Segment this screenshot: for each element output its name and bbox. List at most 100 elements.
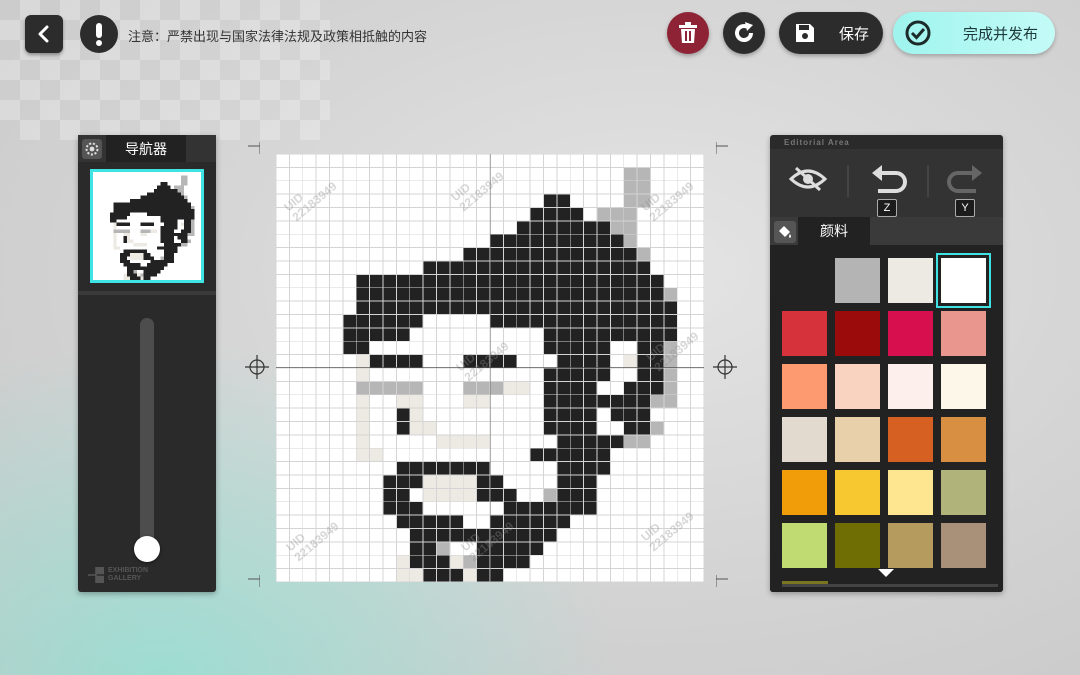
crosshair-icon[interactable] [713,355,737,379]
pixel [167,209,171,213]
pixel [163,263,168,267]
alert-button[interactable] [80,15,118,53]
pixel [423,287,437,302]
color-swatch[interactable] [782,470,827,515]
pixel [623,354,638,368]
color-swatch[interactable] [888,523,933,568]
pixel [490,541,504,556]
pixel [140,253,144,257]
chevron-down-icon[interactable] [878,569,894,577]
pixel [160,266,164,270]
editorial-area-title: Editorial Area [784,138,850,147]
pixel [610,327,624,342]
color-swatch[interactable] [835,523,880,568]
pixel [187,209,191,213]
color-swatch[interactable] [888,364,933,409]
color-swatch[interactable] [888,258,933,303]
pixel [476,541,490,556]
color-swatch[interactable] [941,311,986,356]
color-swatch[interactable] [782,417,827,462]
pixel [123,256,127,260]
pixel [436,555,450,569]
pixel [136,266,141,270]
chevron-left-icon [38,25,49,43]
delete-button[interactable] [667,12,709,54]
color-swatch[interactable] [936,253,991,308]
pixel [120,202,124,206]
color-swatch[interactable] [941,417,986,462]
tab-navigator[interactable]: 导航器 [106,135,186,162]
pixel [530,287,544,302]
color-swatch[interactable] [941,364,986,409]
paint-bucket-icon[interactable] [774,221,796,243]
editor-toolbar: Z Y [770,149,1003,219]
palette-scrollbar[interactable] [782,584,998,587]
pixel [476,394,490,409]
pixel [157,185,161,189]
pixel [150,229,154,233]
color-swatch[interactable] [835,417,880,462]
redo-button[interactable] [943,161,987,197]
color-swatch[interactable] [941,523,986,568]
color-swatch[interactable] [888,470,933,515]
pixel [650,394,664,409]
color-swatch[interactable] [941,470,986,515]
pixel [583,421,597,435]
back-button[interactable] [25,15,63,53]
pixel [170,199,174,203]
crosshair-icon[interactable] [245,355,269,379]
pixel [187,222,191,226]
pixel [449,475,464,489]
color-swatch[interactable] [782,364,827,409]
pixel [570,354,584,368]
zoom-slider-track[interactable] [140,318,154,550]
pixel [143,209,147,213]
pixel [530,501,544,516]
pixel [160,202,164,206]
pixel [140,209,144,213]
toggle-visibility-button[interactable] [786,161,830,197]
pixel [543,220,557,235]
zoom-slider-handle[interactable] [134,536,160,562]
color-swatch[interactable] [835,470,880,515]
color-swatch[interactable] [888,417,933,462]
pixel [123,259,127,264]
pixel [116,222,120,226]
pixel [663,381,678,395]
color-swatch[interactable] [835,311,880,356]
navigator-preview[interactable] [90,169,204,283]
pixel [160,256,164,260]
pixel [597,261,611,275]
rotate-button[interactable] [723,12,765,54]
pixel [170,215,174,220]
redo-shortcut-key: Y [955,199,975,217]
color-swatch[interactable] [835,364,880,409]
color-swatch[interactable] [888,311,933,356]
tab-pigment[interactable]: 颜料 [798,217,870,245]
pixel [463,394,477,409]
pixel [623,194,638,208]
save-button[interactable]: 保存 [779,12,883,54]
color-palette [770,245,1003,592]
pixel [140,256,144,260]
toolbar-separator [847,165,849,197]
pixel [170,192,174,196]
color-swatch[interactable] [782,523,827,568]
pixel [396,314,410,328]
color-swatch[interactable] [782,311,827,356]
pixel [650,314,664,328]
pixel [503,381,517,395]
gear-icon[interactable] [82,139,102,159]
color-swatch[interactable] [782,258,827,303]
pixel [160,226,164,230]
pixel [177,212,181,216]
publish-button[interactable]: 完成并发布 [893,12,1055,54]
color-swatch[interactable] [835,258,880,303]
undo-icon [872,165,907,193]
undo-button[interactable] [867,161,911,197]
pixel [184,229,188,233]
pixel [623,381,638,395]
corner-mark [248,142,260,154]
pixel [583,287,597,302]
pixel [516,261,531,275]
